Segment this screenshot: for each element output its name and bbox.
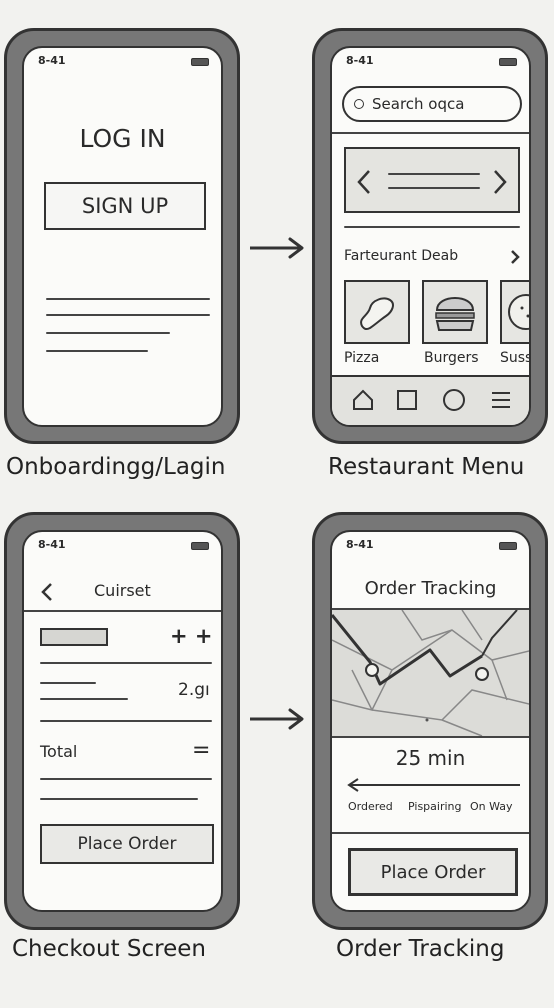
pizza-icon <box>360 297 394 331</box>
login-title: LOG IN <box>79 124 166 153</box>
battery-icon <box>499 58 517 66</box>
sushi-icon <box>508 294 529 330</box>
place-order-label: Place Order <box>380 861 486 883</box>
category-label-burgers: Burgers <box>424 350 479 366</box>
checkout-header-title: Cuirset <box>94 581 151 600</box>
battery-icon <box>191 542 209 550</box>
total-label: Total <box>40 742 78 761</box>
square-icon[interactable] <box>396 389 418 411</box>
divider <box>332 832 529 834</box>
circle-icon[interactable] <box>442 388 466 412</box>
chevron-left-icon[interactable] <box>40 582 54 602</box>
chevron-left-icon[interactable] <box>356 169 372 195</box>
status-time: 8-41 <box>346 538 374 551</box>
search-icon <box>354 99 364 109</box>
divider <box>40 662 212 664</box>
step-on-way: On Way <box>470 800 513 813</box>
checkout-phone: 8-41 Cuirset + + 2.gı Total = Place Orde… <box>4 512 240 930</box>
search-placeholder: Search oqca <box>372 95 465 113</box>
category-label-sushi: Suss <box>500 350 531 366</box>
item-image <box>40 628 108 646</box>
signup-button[interactable]: SIGN UP <box>44 182 206 230</box>
text-line <box>46 350 148 352</box>
login-caption: Onboardingg/Lagin <box>6 454 226 480</box>
menu-caption: Restaurant Menu <box>328 454 525 480</box>
category-label-pizza: Pizza <box>344 350 380 366</box>
tracking-phone: 8-41 Order Tracking 25 min Ordered Pispa… <box>312 512 548 930</box>
tracking-caption: Order Tracking <box>336 936 505 962</box>
tracking-title: Order Tracking <box>364 578 497 599</box>
chevron-right-icon[interactable] <box>510 249 520 265</box>
item-price: 2.gı <box>178 680 210 700</box>
progress-arrow <box>347 778 520 792</box>
place-order-button[interactable]: Place Order <box>348 848 518 896</box>
place-order-button[interactable]: Place Order <box>40 824 214 864</box>
checkout-caption: Checkout Screen <box>12 936 206 962</box>
home-icon[interactable] <box>352 389 374 411</box>
quantity-stepper[interactable]: + + <box>170 624 213 648</box>
bottom-nav <box>332 375 529 425</box>
divider <box>40 778 212 780</box>
text-line <box>46 298 210 300</box>
menu-screen: 8-41 Search oqca Farteurant Deab Pizza B… <box>330 46 531 427</box>
burger-icon <box>435 297 475 331</box>
eta-value: 25 min <box>395 746 466 770</box>
carousel-line <box>388 173 480 175</box>
category-tile-burgers[interactable] <box>422 280 488 344</box>
flow-arrow <box>250 708 304 730</box>
text-line <box>40 798 198 800</box>
status-time: 8-41 <box>38 54 66 67</box>
step-ordered: Ordered <box>348 800 393 813</box>
search-input[interactable]: Search oqca <box>342 86 522 122</box>
category-tile-sushi[interactable] <box>500 280 529 344</box>
tracking-screen: 8-41 Order Tracking 25 min Ordered Pispa… <box>330 530 531 912</box>
checkout-screen: 8-41 Cuirset + + 2.gı Total = Place Orde… <box>22 530 223 912</box>
divider <box>40 720 212 722</box>
place-order-label: Place Order <box>77 834 177 854</box>
battery-icon <box>191 58 209 66</box>
status-time: 8-41 <box>346 54 374 67</box>
featured-label: Farteurant Deab <box>344 248 459 264</box>
signup-button-label: SIGN UP <box>81 194 169 218</box>
destination-marker <box>475 667 489 681</box>
text-line <box>40 682 96 684</box>
promo-carousel[interactable] <box>344 147 520 213</box>
text-line <box>40 698 128 700</box>
menu-icon[interactable] <box>490 389 512 411</box>
origin-marker <box>365 663 379 677</box>
divider <box>332 132 529 134</box>
category-tile-pizza[interactable] <box>344 280 410 344</box>
chevron-right-icon[interactable] <box>492 169 508 195</box>
map-view[interactable] <box>332 610 531 736</box>
divider <box>24 610 221 612</box>
text-line <box>46 314 210 316</box>
battery-icon <box>499 542 517 550</box>
divider <box>344 226 520 228</box>
carousel-line <box>388 187 480 189</box>
login-phone: 8-41 LOG IN SIGN UP <box>4 28 240 444</box>
step-preparing: Pispairing <box>408 800 462 813</box>
login-screen: 8-41 LOG IN SIGN UP <box>22 46 223 427</box>
divider <box>332 736 529 738</box>
text-line <box>46 332 170 334</box>
total-value: = <box>192 738 211 763</box>
status-time: 8-41 <box>38 538 66 551</box>
menu-phone: 8-41 Search oqca Farteurant Deab Pizza B… <box>312 28 548 444</box>
flow-arrow <box>250 237 304 259</box>
